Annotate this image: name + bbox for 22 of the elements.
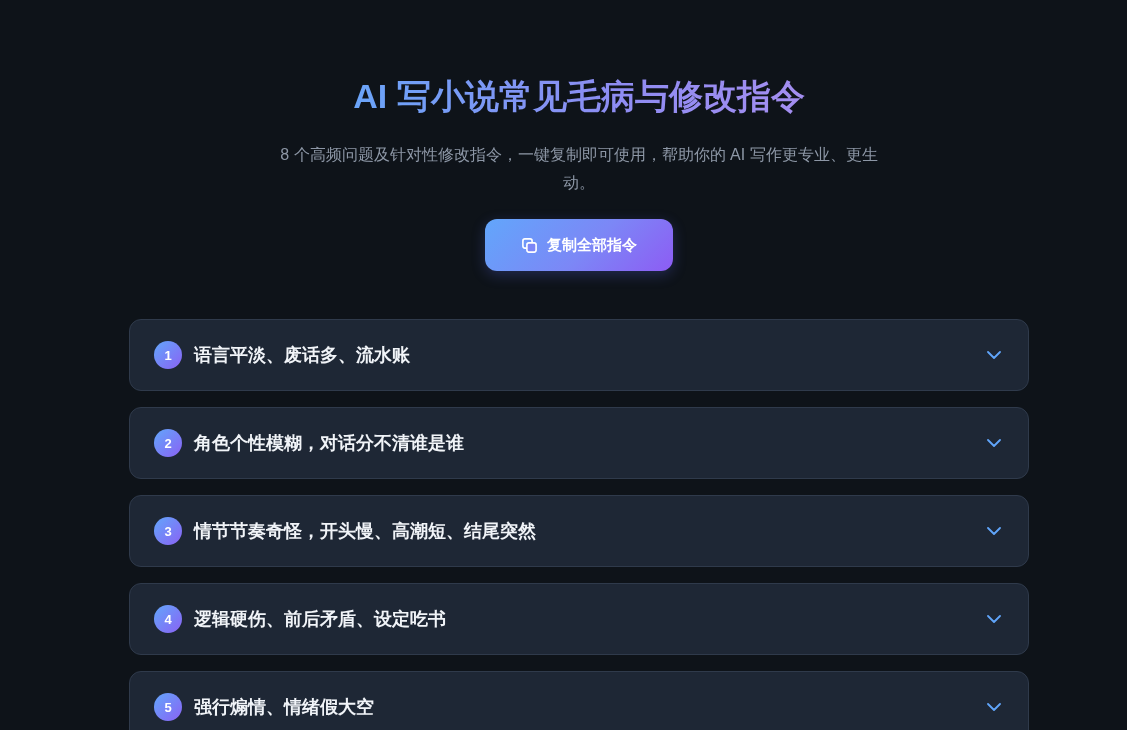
problem-card[interactable]: 1 语言平淡、废话多、流水账 bbox=[129, 319, 1029, 391]
problem-title: 语言平淡、废话多、流水账 bbox=[194, 344, 411, 367]
number-badge: 3 bbox=[154, 517, 182, 545]
problem-card[interactable]: 4 逻辑硬伤、前后矛盾、设定吃书 bbox=[129, 583, 1029, 655]
chevron-icon bbox=[987, 351, 1001, 359]
problem-card[interactable]: 3 情节节奏奇怪，开头慢、高潮短、结尾突然 bbox=[129, 495, 1029, 567]
problem-title: 角色个性模糊，对话分不清谁是谁 bbox=[194, 432, 465, 455]
chevron-icon bbox=[987, 703, 1001, 711]
number-badge: 4 bbox=[154, 605, 182, 633]
number-badge: 5 bbox=[154, 693, 182, 721]
problem-title: 情节节奏奇怪，开头慢、高潮短、结尾突然 bbox=[194, 520, 537, 543]
page-subtitle: 8 个高频问题及针对性修改指令，一键复制即可使用，帮助你的 AI 写作更专业、更生动。 bbox=[279, 145, 879, 193]
number-badge: 2 bbox=[154, 429, 182, 457]
number-badge: 1 bbox=[154, 341, 182, 369]
copy-icon bbox=[521, 237, 537, 253]
problem-title: 逻辑硬伤、前后矛盾、设定吃书 bbox=[194, 608, 447, 631]
chevron-icon bbox=[987, 439, 1001, 447]
chevron-icon bbox=[987, 527, 1001, 535]
chevron-icon bbox=[987, 615, 1001, 623]
problem-title: 强行煽情、情绪假大空 bbox=[194, 696, 375, 719]
problem-card[interactable]: 2 角色个性模糊，对话分不清谁是谁 bbox=[129, 407, 1029, 479]
problem-card[interactable]: 5 强行煽情、情绪假大空 bbox=[129, 671, 1029, 730]
